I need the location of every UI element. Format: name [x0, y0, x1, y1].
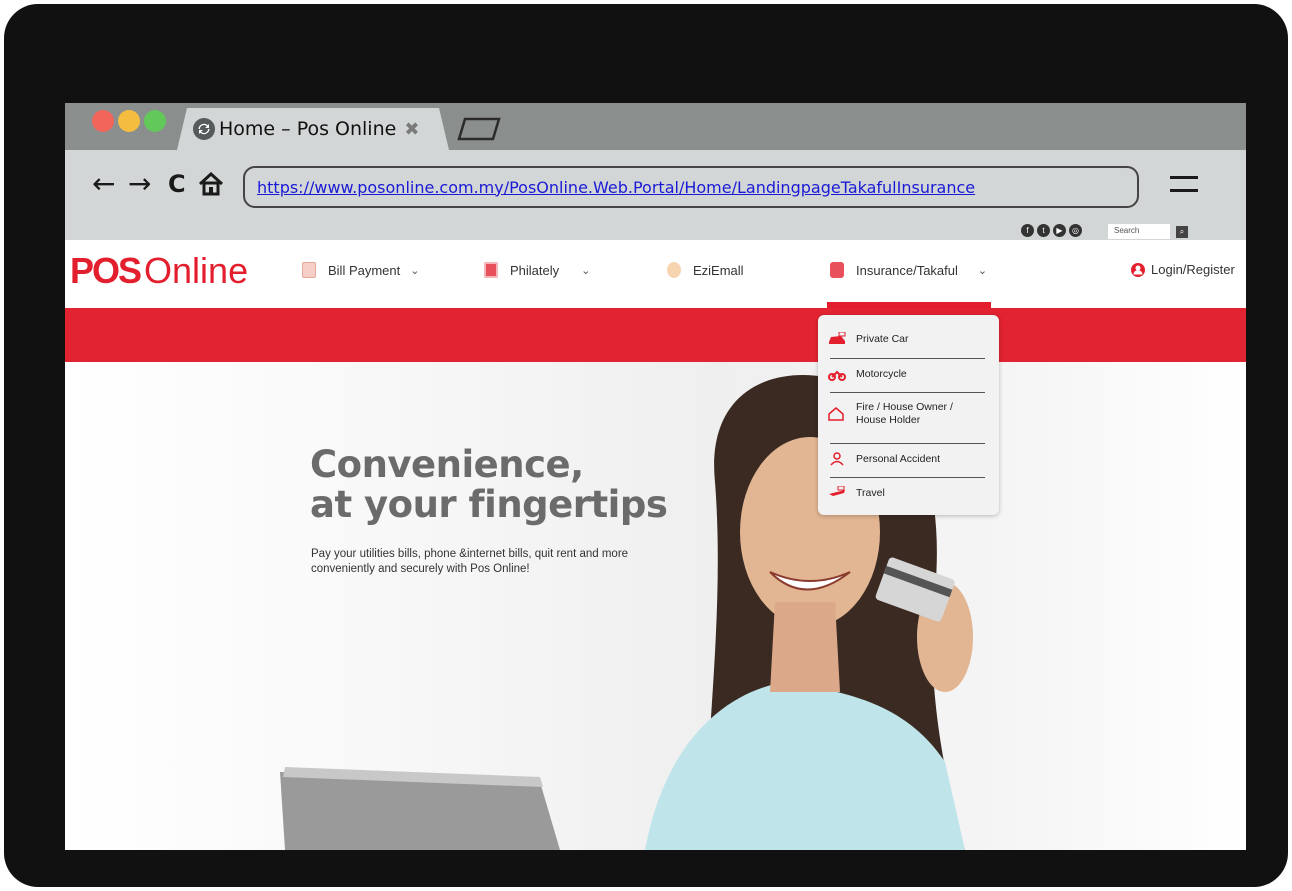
- hero-subtitle: Pay your utilities bills, phone &interne…: [311, 548, 629, 575]
- person-icon: [830, 452, 844, 466]
- logo-pos-text: POS: [70, 250, 142, 291]
- window-controls: [92, 110, 166, 132]
- chevron-down-icon: ⌄: [977, 264, 988, 277]
- dropdown-divider: [830, 392, 985, 393]
- instagram-icon[interactable]: ◎: [1069, 224, 1082, 237]
- nav-bill-payment-label: Bill Payment: [328, 262, 401, 278]
- nav-eziemall[interactable]: EziEmall: [667, 262, 744, 278]
- user-icon: [1131, 262, 1145, 277]
- home-icon[interactable]: [198, 172, 224, 196]
- car-icon: [829, 332, 846, 344]
- chevron-down-icon: ⌄: [581, 264, 591, 277]
- tab-title: Home – Pos Online: [219, 118, 397, 140]
- stamp-icon: [484, 262, 498, 278]
- url-text[interactable]: https://www.posonline.com.my/PosOnline.W…: [257, 178, 975, 197]
- facebook-icon[interactable]: f: [1021, 224, 1034, 237]
- hero-title: Convenience, at your fingertips: [310, 443, 668, 526]
- dropdown-item-label: Motorcycle: [856, 368, 907, 380]
- red-banner-strip: [65, 308, 1246, 362]
- chevron-down-icon: ⌄: [410, 264, 420, 277]
- browser-tab-active[interactable]: Home – Pos Online ✖: [177, 108, 449, 150]
- dropdown-item-travel[interactable]: Travel: [828, 486, 985, 500]
- house-icon: [828, 407, 844, 421]
- search-icon[interactable]: ⌕: [1176, 226, 1188, 238]
- dropdown-divider: [830, 358, 985, 359]
- dropdown-divider: [830, 477, 985, 478]
- nav-bill-payment[interactable]: Bill Payment ⌄: [302, 262, 419, 278]
- nav-philately[interactable]: Philately ⌄: [484, 262, 590, 278]
- dropdown-item-label: Personal Accident: [856, 453, 941, 465]
- nav-insurance-label: Insurance/Takaful: [856, 262, 958, 278]
- browser-menu-icon[interactable]: [1170, 170, 1198, 198]
- tab-close-icon[interactable]: ✖: [404, 119, 419, 140]
- dropdown-item-label: Private Car: [856, 333, 909, 345]
- site-search-input[interactable]: Search: [1108, 224, 1170, 239]
- dropdown-item-fire-house[interactable]: Fire / House Owner / House Holder: [828, 401, 958, 427]
- dropdown-divider: [830, 443, 985, 444]
- nav-philately-label: Philately: [510, 262, 560, 278]
- bill-icon: [302, 262, 316, 278]
- forward-arrow-icon[interactable]: →: [128, 164, 151, 204]
- reload-icon[interactable]: C: [168, 164, 186, 204]
- nav-eziemall-label: EziEmall: [693, 262, 744, 278]
- twitter-icon[interactable]: t: [1037, 224, 1050, 237]
- maximize-window-button[interactable]: [144, 110, 166, 132]
- nav-insurance-takaful[interactable]: Insurance/Takaful ⌄: [830, 262, 987, 278]
- close-window-button[interactable]: [92, 110, 114, 132]
- hero-photo: [280, 375, 973, 850]
- dropdown-item-label: Fire / House Owner / House Holder: [856, 401, 953, 426]
- tab-favicon-icon: [193, 118, 215, 140]
- insurance-icon: [830, 262, 844, 278]
- dropdown-item-motorcycle[interactable]: Motorcycle: [828, 367, 985, 381]
- nav-login-register[interactable]: Login/Register: [1131, 262, 1235, 277]
- nav-login-label: Login/Register: [1151, 262, 1235, 277]
- hero-title-line2: at your fingertips: [310, 483, 668, 526]
- hero-title-line1: Convenience,: [310, 443, 584, 486]
- motorcycle-icon: [828, 370, 846, 381]
- insurance-dropdown-menu: Private Car Motorcycle Fire / House Owne…: [818, 315, 999, 515]
- new-tab-button[interactable]: [457, 117, 501, 141]
- social-links: f t ▶ ◎: [1021, 224, 1082, 237]
- dropdown-item-label: Travel: [856, 487, 885, 499]
- youtube-icon[interactable]: ▶: [1053, 224, 1066, 237]
- dropdown-item-personal-accident[interactable]: Personal Accident: [828, 452, 985, 466]
- url-bar[interactable]: https://www.posonline.com.my/PosOnline.W…: [243, 166, 1139, 208]
- logo-online-text: Online: [144, 250, 249, 291]
- minimize-window-button[interactable]: [118, 110, 140, 132]
- hero-banner: [65, 362, 1246, 850]
- plane-icon: [829, 486, 845, 496]
- back-arrow-icon[interactable]: ←: [92, 164, 115, 204]
- cart-icon: [667, 262, 681, 278]
- pos-online-logo[interactable]: POS Online: [70, 250, 248, 292]
- dropdown-item-private-car[interactable]: Private Car: [828, 332, 985, 346]
